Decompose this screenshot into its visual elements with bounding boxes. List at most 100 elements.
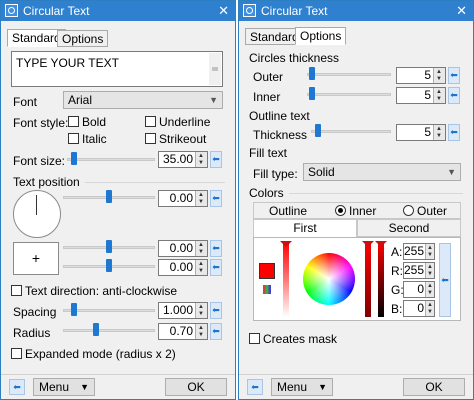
- outer-label: Outer: [253, 70, 284, 84]
- back-arrow-icon[interactable]: ⬅: [9, 379, 25, 395]
- g-value: 0: [417, 282, 424, 296]
- close-icon[interactable]: ✕: [456, 3, 467, 19]
- italic-label: Italic: [82, 132, 107, 146]
- chevron-down-icon: ▼: [318, 382, 327, 392]
- apply-arrow-icon[interactable]: ⬅: [210, 190, 222, 207]
- thickness-label: Thickness: [253, 128, 308, 142]
- radius-label: Radius: [13, 326, 51, 340]
- color-swatch[interactable]: [259, 263, 275, 279]
- a-value: 255: [404, 244, 425, 258]
- angle-slider[interactable]: [63, 190, 155, 204]
- font-size-label: Font size:: [13, 154, 66, 168]
- bold-label: Bold: [82, 115, 107, 129]
- r-label: R:: [391, 264, 403, 278]
- y-spin[interactable]: 0.00 ▲ ▼: [158, 259, 208, 276]
- direction-checkbox[interactable]: [11, 285, 22, 296]
- apply-arrow-icon[interactable]: ⬅: [448, 124, 460, 141]
- inner-label: Inner: [253, 90, 281, 104]
- strikeout-checkbox[interactable]: [145, 133, 156, 144]
- font-label: Font: [13, 95, 38, 109]
- apply-arrow-icon[interactable]: ⬅: [448, 67, 460, 84]
- text-input[interactable]: TYPE YOUR TEXT: [11, 51, 223, 87]
- mask-checkbox[interactable]: [249, 333, 260, 344]
- a-spin[interactable]: 255 ▲ ▼: [403, 243, 435, 260]
- text-scrollbar[interactable]: [209, 53, 221, 85]
- close-icon[interactable]: ✕: [218, 3, 229, 19]
- apply-arrow-icon[interactable]: ⬅: [439, 243, 451, 317]
- title-bar: Circular Text ✕: [1, 1, 235, 21]
- red-level-marker: [362, 241, 374, 247]
- g-label: G:: [391, 283, 404, 297]
- fill-type-value: Solid: [308, 165, 335, 179]
- underline-checkbox[interactable]: [145, 116, 156, 127]
- a-label: A:: [391, 245, 403, 259]
- g-spin[interactable]: 0 ▲ ▼: [403, 281, 435, 298]
- value-bar[interactable]: [378, 241, 384, 317]
- apply-arrow-icon[interactable]: ⬅: [210, 323, 222, 340]
- red-level-bar[interactable]: [365, 241, 371, 317]
- ok-button[interactable]: OK: [403, 378, 465, 396]
- font-select-value: Arial: [68, 93, 93, 107]
- chevron-down-icon: ▼: [80, 382, 89, 392]
- font-size-slider[interactable]: [67, 152, 155, 166]
- expanded-checkbox[interactable]: [11, 348, 22, 359]
- outer-spin[interactable]: 5 ▲ ▼: [396, 67, 446, 84]
- b-label: B:: [391, 302, 403, 316]
- font-size-spin[interactable]: 35.00 ▲ ▼: [158, 151, 208, 168]
- angle-dial[interactable]: [13, 190, 61, 238]
- font-style-label: Font style:: [13, 116, 69, 130]
- inner-radio[interactable]: [335, 205, 346, 216]
- thickness-spin[interactable]: 5 ▲ ▼: [396, 124, 446, 141]
- alpha-bar[interactable]: [283, 241, 289, 317]
- left-window: Circular Text ✕ Standard Options TYPE YO…: [0, 0, 236, 400]
- outline-text-header: Outline text: [249, 109, 310, 123]
- tab-options[interactable]: Options: [57, 30, 109, 47]
- tab-first-label: First: [293, 221, 317, 235]
- apply-arrow-icon[interactable]: ⬅: [210, 259, 222, 276]
- outer-radio[interactable]: [403, 205, 414, 216]
- y-slider[interactable]: [63, 259, 155, 273]
- color-wheel[interactable]: [303, 253, 355, 305]
- apply-arrow-icon[interactable]: ⬅: [210, 151, 222, 168]
- apply-arrow-icon[interactable]: ⬅: [448, 87, 460, 104]
- fill-type-label: Fill type:: [253, 167, 298, 181]
- back-arrow-icon[interactable]: ⬅: [247, 379, 263, 395]
- spacing-value: 1.000: [162, 303, 193, 317]
- inner-value: 5: [424, 88, 431, 102]
- inner-slider[interactable]: [307, 87, 391, 101]
- apply-arrow-icon[interactable]: ⬅: [210, 302, 222, 319]
- r-spin[interactable]: 255 ▲ ▼: [403, 262, 435, 279]
- ok-button[interactable]: OK: [165, 378, 227, 396]
- font-select[interactable]: Arial ▼: [63, 91, 223, 109]
- outer-value: 5: [424, 68, 431, 82]
- apply-arrow-icon[interactable]: ⬅: [210, 240, 222, 257]
- tab-second[interactable]: Second: [357, 219, 461, 237]
- outer-slider[interactable]: [307, 67, 391, 81]
- italic-checkbox[interactable]: [68, 133, 79, 144]
- chevron-down-icon: ▼: [209, 95, 218, 105]
- expanded-label: Expanded mode (radius x 2): [25, 347, 176, 361]
- spacing-slider[interactable]: [63, 303, 155, 317]
- underline-label: Underline: [159, 115, 211, 129]
- radius-slider[interactable]: [63, 323, 155, 337]
- eyedropper-icon[interactable]: [263, 285, 271, 294]
- radius-value: 0.70: [169, 324, 193, 338]
- x-spin[interactable]: 0.00 ▲ ▼: [158, 240, 208, 257]
- spacing-spin[interactable]: 1.000 ▲ ▼: [158, 302, 208, 319]
- inner-spin[interactable]: 5 ▲ ▼: [396, 87, 446, 104]
- thickness-slider[interactable]: [311, 124, 391, 138]
- app-icon: [243, 4, 256, 17]
- angle-spin[interactable]: 0.00 ▲ ▼: [158, 190, 208, 207]
- bold-checkbox[interactable]: [68, 116, 79, 127]
- menu-button[interactable]: Menu ▼: [33, 378, 95, 396]
- radius-spin[interactable]: 0.70 ▲ ▼: [158, 323, 208, 340]
- tab-outline[interactable]: Outline: [269, 204, 307, 218]
- tab-first[interactable]: First: [253, 219, 357, 237]
- position-pad[interactable]: +: [13, 242, 59, 275]
- tab-options[interactable]: Options: [295, 27, 347, 45]
- fill-type-select[interactable]: Solid ▼: [303, 163, 461, 181]
- chevron-down-icon: ▼: [447, 167, 456, 177]
- b-spin[interactable]: 0 ▲ ▼: [403, 300, 435, 317]
- menu-button[interactable]: Menu ▼: [271, 378, 333, 396]
- x-slider[interactable]: [63, 240, 155, 254]
